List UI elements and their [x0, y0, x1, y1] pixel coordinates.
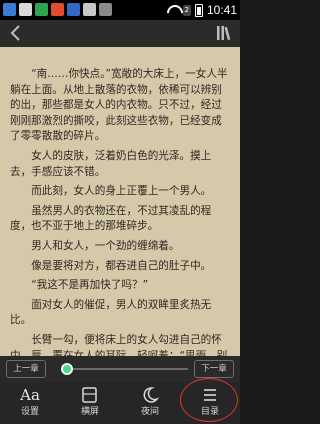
battery-icon	[194, 3, 203, 17]
nav-night-mode[interactable]: 夜间	[120, 382, 180, 424]
app-notification-icon	[35, 3, 48, 16]
paragraph: 面对女人的催促，男人的双眸里炙热无比。	[10, 298, 212, 327]
landscape-icon	[80, 385, 100, 405]
nav-label: 夜间	[140, 407, 159, 417]
prev-chapter-button[interactable]: 上一章	[6, 360, 46, 378]
bookshelf-icon	[217, 26, 231, 41]
status-time: 10:41	[206, 3, 237, 17]
paragraph: 男人和女人，一个劲的缠绵着。	[31, 239, 180, 252]
nav-landscape[interactable]: 横屏	[60, 382, 120, 424]
app-notification-icon	[51, 3, 64, 16]
reader-top-bar	[0, 20, 240, 47]
next-chapter-button[interactable]: 下一章	[194, 360, 234, 378]
bottom-nav: Aa 设置 横屏 夜间 目录	[0, 382, 240, 424]
nav-label: 目录	[200, 407, 219, 417]
paragraph: 虽然男人的衣物还在，不过其凌乱的程度，也不亚于地上的那堆碎步。	[10, 204, 212, 233]
reading-page[interactable]: “南……你快点。”宽敞的大床上，一女人半躺在上面。从地上散落的衣物，依稀可以辨别…	[0, 47, 240, 356]
nav-label: 横屏	[80, 407, 99, 417]
night-mode-icon	[140, 385, 160, 405]
paragraph: “我这不是再加快了吗？”	[31, 279, 149, 292]
table-of-contents-icon	[200, 385, 220, 405]
app-notification-icon	[83, 3, 96, 16]
font-settings-icon: Aa	[20, 386, 40, 404]
app-notification-icon	[67, 3, 80, 16]
sim-icon: 2	[182, 4, 191, 16]
back-button[interactable]	[6, 23, 26, 43]
progress-thumb[interactable]	[61, 363, 74, 375]
wifi-icon	[167, 5, 179, 15]
paragraph: 像是要将对方，都吞进自己的肚子中。	[31, 259, 212, 272]
paragraph: 女人的皮肤，泛着奶白色的光泽。摸上去，手感应该不错。	[10, 149, 212, 178]
chapter-progress-bar: 上一章 下一章	[0, 356, 240, 382]
status-bar: 2 10:41	[0, 0, 240, 20]
app-notification-icon	[19, 3, 32, 16]
paragraph: 而此刻，女人的身上正覆上一个男人。	[31, 185, 212, 198]
nav-label: 设置	[20, 407, 39, 417]
notification-icons	[3, 3, 112, 16]
nav-settings[interactable]: Aa 设置	[0, 382, 60, 424]
app-notification-icon	[99, 3, 112, 16]
nav-table-of-contents[interactable]: 目录	[180, 382, 240, 424]
progress-slider[interactable]	[61, 363, 188, 375]
paragraph: 长臂一勾，便将床上的女人勾进自己的怀中。唇，覆在女人的耳际，轻呵着：“思雨，别这…	[10, 333, 228, 356]
bookshelf-button[interactable]	[214, 23, 234, 43]
paragraph: “南……你快点。”宽敞的大床上，一女人半躺在上面。从地上散落的衣物，依稀可以辨别…	[10, 68, 228, 143]
back-arrow-icon	[10, 25, 20, 41]
app-notification-icon	[3, 3, 16, 16]
